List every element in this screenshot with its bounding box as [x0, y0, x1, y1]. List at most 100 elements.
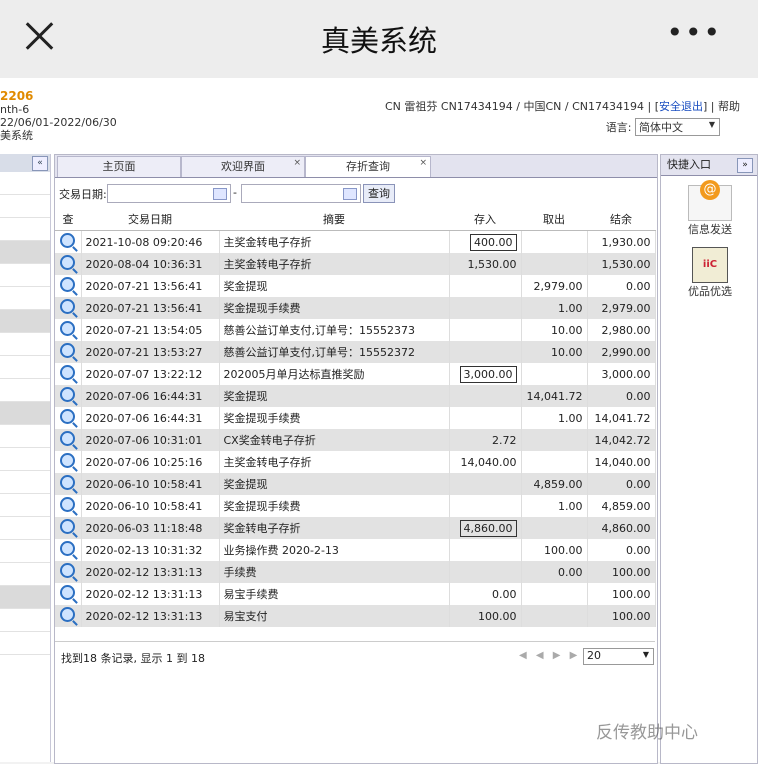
- table-row[interactable]: 2020-02-13 10:31:32 业务操作费 2020-2-13 100.00…: [55, 539, 656, 561]
- magnifier-icon[interactable]: [60, 299, 76, 314]
- more-options-icon[interactable]: •••: [666, 16, 722, 49]
- table-row[interactable]: 2020-07-21 13:53:27 慈善公益订单支付,订单号：15552372…: [55, 341, 656, 363]
- tab-passbook-query[interactable]: 存折查询 ×: [305, 156, 431, 177]
- view-cell[interactable]: [55, 539, 82, 561]
- sidebar-item[interactable]: [0, 195, 50, 218]
- table-row[interactable]: 2020-07-21 13:56:41 奖金提现手续费 1.00 2,979.00: [55, 297, 656, 319]
- magnifier-icon[interactable]: [60, 475, 76, 490]
- table-row[interactable]: 2020-02-12 13:31:13 手续费 0.00 100.00: [55, 561, 656, 583]
- view-cell[interactable]: [55, 407, 82, 429]
- sidebar-item[interactable]: [0, 172, 50, 195]
- quick-item-message[interactable]: @ 信息发送: [687, 180, 733, 237]
- sidebar-item[interactable]: [0, 517, 50, 540]
- magnifier-icon[interactable]: [60, 255, 76, 270]
- sidebar-item[interactable]: [0, 241, 50, 264]
- sidebar-item[interactable]: [0, 609, 50, 632]
- view-cell[interactable]: [55, 230, 82, 253]
- magnifier-icon[interactable]: [60, 387, 76, 402]
- sidebar-item[interactable]: [0, 494, 50, 517]
- deposit-cell: 1,530.00: [449, 253, 522, 275]
- calendar-icon[interactable]: [343, 188, 357, 200]
- magnifier-icon[interactable]: [60, 409, 76, 424]
- magnifier-icon[interactable]: [60, 233, 76, 248]
- logout-link[interactable]: 安全退出: [659, 100, 703, 113]
- sidebar-item[interactable]: [0, 333, 50, 356]
- view-cell[interactable]: [55, 297, 82, 319]
- sidebar-item[interactable]: [0, 540, 50, 563]
- magnifier-icon[interactable]: [60, 365, 76, 380]
- end-date-input[interactable]: [241, 184, 361, 203]
- calendar-icon[interactable]: [213, 188, 227, 200]
- tab-home[interactable]: 主页面: [57, 156, 181, 177]
- sidebar-item[interactable]: [0, 471, 50, 494]
- view-cell[interactable]: [55, 495, 82, 517]
- quick-item-products[interactable]: iiC 优品优选: [687, 247, 733, 299]
- language-select[interactable]: 简体中文: [635, 118, 720, 136]
- sidebar-item[interactable]: [0, 310, 50, 333]
- collapse-left-icon[interactable]: «: [32, 156, 48, 171]
- view-cell[interactable]: [55, 253, 82, 275]
- view-cell[interactable]: [55, 451, 82, 473]
- view-cell[interactable]: [55, 473, 82, 495]
- collapse-right-icon[interactable]: »: [737, 158, 753, 173]
- help-link[interactable]: ] | 帮助: [703, 100, 740, 113]
- view-cell[interactable]: [55, 605, 82, 627]
- magnifier-icon[interactable]: [60, 563, 76, 578]
- magnifier-icon[interactable]: [60, 431, 76, 446]
- sidebar-item[interactable]: [0, 586, 50, 609]
- view-cell[interactable]: [55, 341, 82, 363]
- view-cell[interactable]: [55, 429, 82, 451]
- table-row[interactable]: 2020-06-10 10:58:41 奖金提现手续费 1.00 4,859.00: [55, 495, 656, 517]
- magnifier-icon[interactable]: [60, 321, 76, 336]
- table-row[interactable]: 2020-07-06 10:31:01 CX奖金转电子存折 2.72 14,042.7…: [55, 429, 656, 451]
- table-row[interactable]: 2020-07-06 16:44:31 奖金提现 14,041.72 0.00: [55, 385, 656, 407]
- start-date-input[interactable]: [107, 184, 231, 203]
- magnifier-icon[interactable]: [60, 519, 76, 534]
- sidebar-item[interactable]: [0, 563, 50, 586]
- sidebar-item[interactable]: [0, 379, 50, 402]
- table-row[interactable]: 2020-07-21 13:54:05 慈善公益订单支付,订单号：15552373…: [55, 319, 656, 341]
- magnifier-icon[interactable]: [60, 497, 76, 512]
- magnifier-icon[interactable]: [60, 607, 76, 622]
- magnifier-icon[interactable]: [60, 343, 76, 358]
- page-size-select[interactable]: 20: [583, 648, 654, 665]
- close-tab-icon[interactable]: ×: [419, 153, 427, 173]
- magnifier-icon[interactable]: [60, 453, 76, 468]
- deposit-value: 400.00: [470, 233, 517, 251]
- magnifier-icon[interactable]: [60, 277, 76, 292]
- sidebar-item[interactable]: [0, 425, 50, 448]
- magnifier-icon[interactable]: [60, 585, 76, 600]
- sidebar-item[interactable]: [0, 402, 50, 425]
- card-icon[interactable]: iiC: [692, 247, 728, 283]
- view-cell[interactable]: [55, 319, 82, 341]
- table-row[interactable]: 2020-08-04 10:36:31 主奖金转电子存折 1,530.00 1,530…: [55, 253, 656, 275]
- sidebar-item[interactable]: [0, 356, 50, 379]
- sidebar-item[interactable]: [0, 632, 50, 655]
- table-row[interactable]: 2020-07-06 16:44:31 奖金提现手续费 1.00 14,041.72: [55, 407, 656, 429]
- table-row[interactable]: 2020-06-03 11:18:48 奖金转电子存折 4,860.00 4,860.…: [55, 517, 656, 539]
- table-row[interactable]: 2020-02-12 13:31:13 易宝支付 100.00 100.00: [55, 605, 656, 627]
- view-cell[interactable]: [55, 583, 82, 605]
- view-cell[interactable]: [55, 385, 82, 407]
- table-row[interactable]: 2020-07-21 13:56:41 奖金提现 2,979.00 0.00: [55, 275, 656, 297]
- table-row[interactable]: 2020-07-07 13:22:12 202005月单月达标直推奖励 3,000.…: [55, 363, 656, 385]
- table-row[interactable]: 2020-06-10 10:58:41 奖金提现 4,859.00 0.00: [55, 473, 656, 495]
- table-row[interactable]: 2021-10-08 09:20:46 主奖金转电子存折 400.00 1,930.0…: [55, 230, 656, 253]
- table-row[interactable]: 2020-07-06 10:25:16 主奖金转电子存折 14,040.00 14,0…: [55, 451, 656, 473]
- pager-arrows-icon[interactable]: ◀ ◀ ▶ ▶: [519, 650, 580, 661]
- query-button[interactable]: 查询: [363, 184, 395, 203]
- view-cell[interactable]: [55, 517, 82, 539]
- sidebar-item[interactable]: [0, 218, 50, 241]
- sidebar-item[interactable]: [0, 287, 50, 310]
- tab-welcome[interactable]: 欢迎界面 ×: [181, 156, 305, 177]
- view-cell[interactable]: [55, 363, 82, 385]
- view-cell[interactable]: [55, 561, 82, 583]
- sidebar-item[interactable]: [0, 264, 50, 287]
- tab-label: 存折查询: [346, 160, 390, 173]
- table-row[interactable]: 2020-02-12 13:31:13 易宝手续费 0.00 100.00: [55, 583, 656, 605]
- view-cell[interactable]: [55, 275, 82, 297]
- envelope-icon[interactable]: @: [688, 180, 732, 221]
- magnifier-icon[interactable]: [60, 541, 76, 556]
- close-tab-icon[interactable]: ×: [293, 153, 301, 173]
- sidebar-item[interactable]: [0, 448, 50, 471]
